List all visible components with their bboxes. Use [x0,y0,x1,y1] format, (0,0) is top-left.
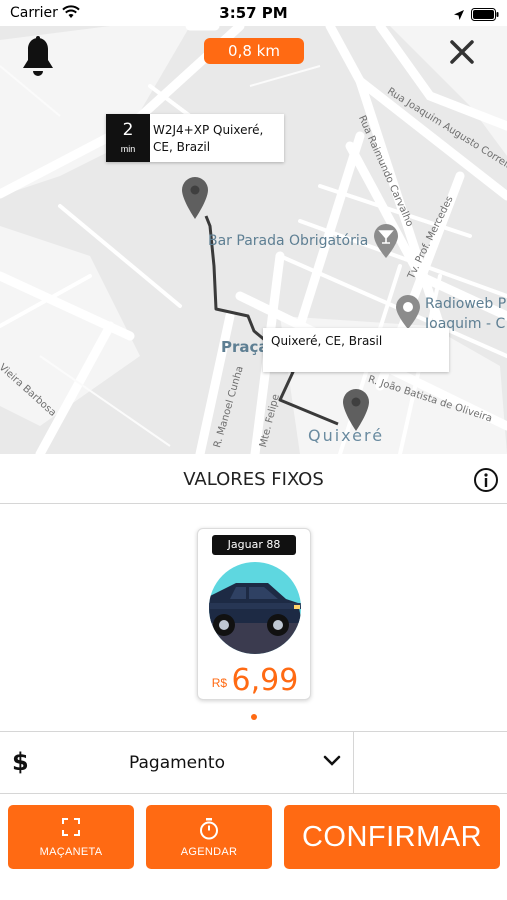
square-label: Praça [221,338,269,356]
destination-address: Quixeré, CE, Brasil [271,334,383,348]
price-currency: R$ [211,676,228,690]
info-icon[interactable] [473,467,499,493]
payment-row: $ Pagamento [0,731,507,794]
origin-address: W2J4+XP Quixeré, CE, Brazil [153,123,264,154]
bell-icon[interactable] [21,36,55,78]
fixed-values-header: VALORES FIXOS [0,454,507,504]
poi-label: Bar Parada Obrigatória [208,233,369,249]
bar-marker-icon[interactable] [372,223,400,264]
vehicle-name: Jaguar 88 [212,535,296,555]
payment-method-select[interactable]: $ Pagamento [0,732,354,794]
eta-value: 2 [122,120,134,140]
car-icon [206,561,304,662]
confirm-button[interactable]: CONFIRMAR [284,805,500,869]
battery-icon [471,6,499,25]
payment-label: Pagamento [129,753,225,773]
eta-badge: 2 min [106,114,150,162]
vehicle-price: R$ 6,99 [198,663,312,698]
location-arrow-icon [453,6,465,25]
ride-request-screen: Carrier 3:57 PM Rua Joaquim Augusto Corr… [0,0,507,900]
origin-callout[interactable]: 2 min W2J4+XP Quixeré, CE, Brazil [106,114,284,162]
destination-callout[interactable]: Quixeré, CE, Brasil [263,328,449,372]
close-icon[interactable] [448,38,476,66]
eta-unit: min [120,144,136,154]
expand-icon [8,818,134,841]
origin-pin-icon[interactable] [181,176,209,225]
schedule-button[interactable]: AGENDAR [146,805,272,869]
payment-extra-slot[interactable] [355,732,507,794]
dollar-icon: $ [12,748,29,776]
chevron-down-icon [322,754,342,773]
handle-button[interactable]: MAÇANETA [8,805,134,869]
stopwatch-icon [146,818,272,845]
vehicle-option-card[interactable]: Jaguar 88 R$ 6,99 [197,528,311,700]
poi-label: Radioweb Pr [425,296,507,312]
distance-badge: 0,8 km [204,38,304,64]
status-bar: Carrier 3:57 PM [0,0,507,26]
destination-pin-icon[interactable] [342,388,370,437]
price-value: 6,99 [231,663,299,698]
handle-button-label: MAÇANETA [39,846,103,858]
carousel-page-indicator [251,714,257,720]
schedule-button-label: AGENDAR [180,846,238,858]
clock: 3:57 PM [219,4,288,22]
fixed-values-title: VALORES FIXOS [183,469,324,490]
map[interactable]: Rua Joaquim Augusto Correia Rua Raimundo… [0,26,507,454]
